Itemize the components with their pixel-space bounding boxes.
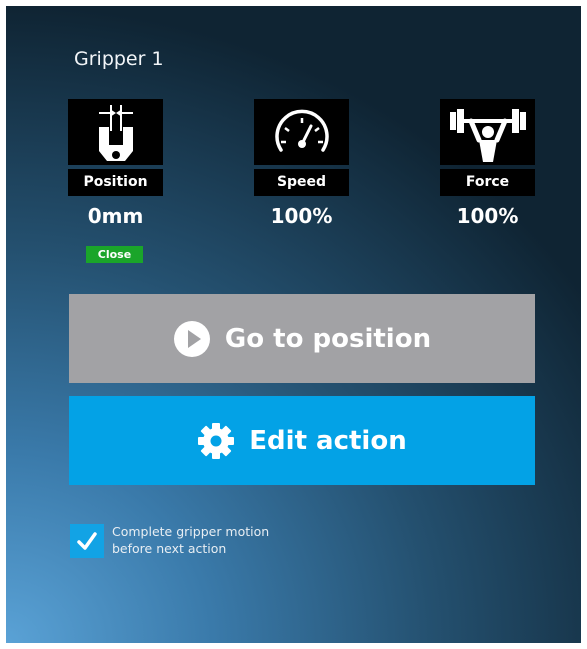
speed-value: 100% [270, 204, 333, 228]
weightlifter-icon [449, 109, 526, 162]
position-icon-box [68, 99, 163, 165]
page-title: Gripper 1 [74, 48, 164, 70]
speed-parameter[interactable]: Speed 100% [254, 99, 349, 230]
play-circle-icon [173, 320, 211, 358]
gripper-icon [98, 105, 133, 161]
edit-action-button[interactable]: Edit action [69, 396, 535, 485]
force-parameter[interactable]: Force 100% [440, 99, 535, 230]
complete-motion-checkbox[interactable] [70, 524, 104, 558]
checkmark-icon [77, 532, 97, 550]
go-to-position-label: Go to position [224, 323, 432, 354]
speedometer-icon [274, 109, 329, 152]
status-badge: Close [86, 246, 143, 263]
gripper-panel: Gripper 1 Position 0mm Speed 100% Force … [6, 6, 581, 643]
position-value: 0mm [87, 204, 144, 228]
complete-motion-label: Complete gripper motion before next acti… [112, 523, 332, 557]
force-icon-box [440, 99, 535, 165]
complete-motion-label-line2: before next action [112, 541, 227, 556]
complete-motion-label-line1: Complete gripper motion [112, 524, 270, 539]
force-label: Force [440, 169, 535, 196]
speed-label: Speed [254, 169, 349, 196]
edit-action-label: Edit action [249, 425, 407, 456]
go-to-position-button[interactable]: Go to position [69, 294, 535, 383]
position-parameter[interactable]: Position 0mm [68, 99, 163, 230]
position-label: Position [68, 169, 163, 196]
speed-icon-box [254, 99, 349, 165]
force-value: 100% [456, 204, 519, 228]
gear-icon [197, 422, 235, 460]
